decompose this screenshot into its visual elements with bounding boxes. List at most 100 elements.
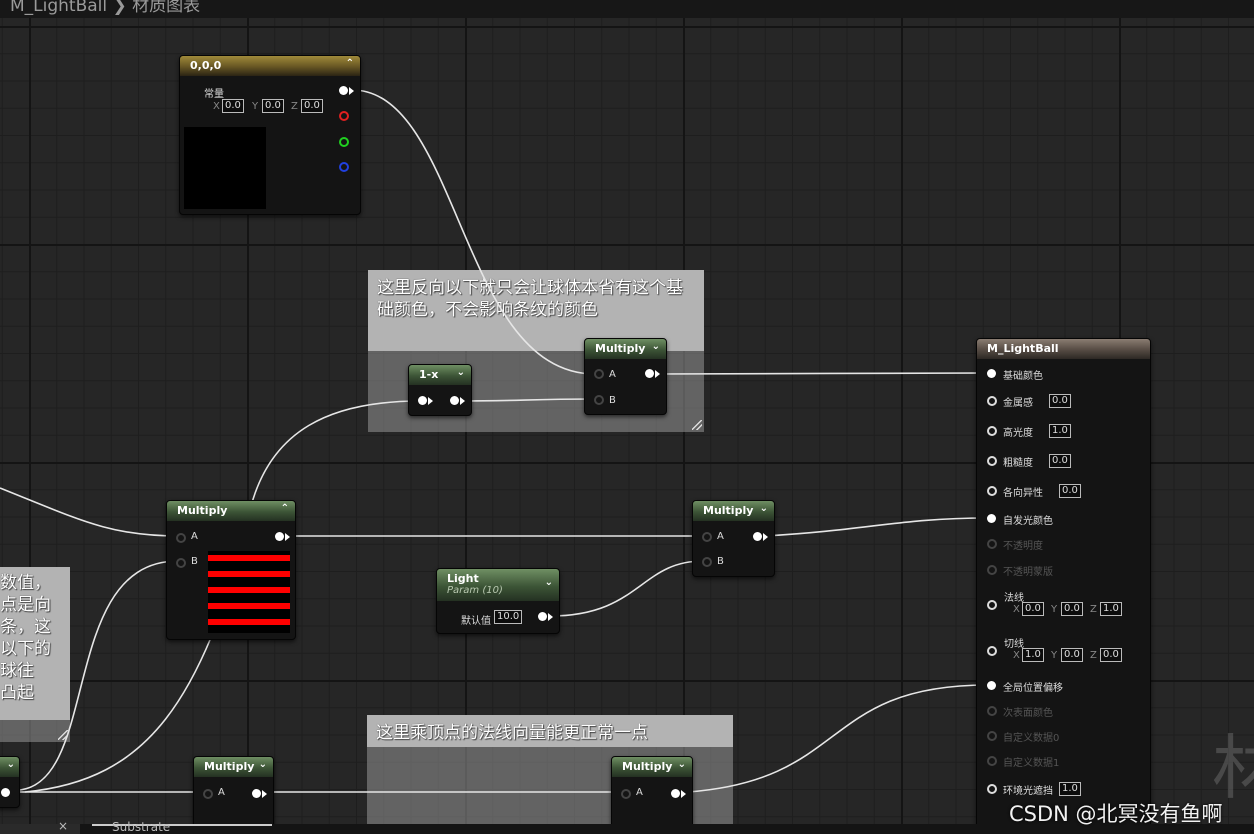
output-pin[interactable] <box>538 612 547 621</box>
pin-dot[interactable] <box>987 600 997 610</box>
specular-value-field[interactable]: 1.0 <box>1049 424 1071 438</box>
constant-vector-node[interactable]: 0,0,0 ⌃ 常量 X 0.0 Y 0.0 Z 0.0 <box>179 55 361 215</box>
output-pin[interactable] <box>645 369 654 378</box>
pin-dot[interactable] <box>987 706 997 716</box>
resize-handle-icon[interactable] <box>692 420 702 430</box>
substrate-tab[interactable]: Substrate <box>92 820 272 834</box>
input-pin-b[interactable] <box>702 557 712 567</box>
wire-bottom-to-wpo <box>687 684 989 793</box>
tangent-z-field[interactable]: 0.0 <box>1100 648 1122 662</box>
output-pin[interactable] <box>753 532 762 541</box>
normal-y-label: Y <box>1051 604 1058 615</box>
csdn-watermark: CSDN @北冥没有鱼啊 <box>1009 802 1223 826</box>
input-pin-a[interactable] <box>176 533 186 543</box>
y-value-field[interactable]: 0.0 <box>262 99 284 113</box>
collapse-chevron-down-icon[interactable]: ⌄ <box>652 341 660 352</box>
pin-dot[interactable] <box>987 369 996 378</box>
pin-dot[interactable] <box>987 396 997 406</box>
node-header[interactable]: ⌄ <box>0 757 19 777</box>
pin-dot[interactable] <box>987 426 997 436</box>
pin-a-label: A <box>191 531 198 542</box>
pin-label: 不透明蒙版 <box>1003 567 1053 578</box>
close-icon[interactable]: × <box>58 819 68 833</box>
pin-dot[interactable] <box>987 756 997 766</box>
node-header[interactable]: Multiply ⌄ <box>693 501 774 521</box>
collapse-chevron-down-icon[interactable]: ⌄ <box>457 367 465 378</box>
multiply-node-emissive[interactable]: Multiply ⌄ A B <box>692 500 775 577</box>
anisotropy-value-field[interactable]: 0.0 <box>1059 484 1081 498</box>
input-pin-b[interactable] <box>176 558 186 568</box>
bottom-tab[interactable]: × <box>0 819 80 834</box>
collapse-chevron-up-icon[interactable]: ⌃ <box>346 58 354 69</box>
multiply-node-top[interactable]: Multiply ⌄ A B <box>584 338 667 415</box>
pin-dot[interactable] <box>987 681 996 690</box>
pin-label: 次表面颜色 <box>1003 708 1053 719</box>
collapse-chevron-down-icon[interactable]: ⌄ <box>259 759 267 770</box>
multiply-node-bottom-right[interactable]: Multiply ⌄ A <box>611 756 693 828</box>
output-pin-rgb[interactable] <box>339 86 348 95</box>
pin-dot[interactable] <box>987 456 997 466</box>
tangent-y-field[interactable]: 0.0 <box>1061 648 1083 662</box>
node-header[interactable]: Multiply ⌄ <box>194 757 273 777</box>
output-arrow-icon <box>548 613 553 621</box>
ao-value-field[interactable]: 1.0 <box>1059 782 1081 796</box>
pin-label: 自定义数据0 <box>1003 733 1060 744</box>
input-pin-a[interactable] <box>702 532 712 542</box>
z-value-field[interactable]: 0.0 <box>301 99 323 113</box>
pin-dot[interactable] <box>987 539 997 549</box>
tangent-x-field[interactable]: 1.0 <box>1022 648 1044 662</box>
roughness-value-field[interactable]: 0.0 <box>1049 454 1071 468</box>
output-pin[interactable] <box>450 396 459 405</box>
pin-label: 高光度 <box>1003 428 1033 439</box>
collapse-chevron-down-icon[interactable]: ⌄ <box>7 759 15 770</box>
x-value-field[interactable]: 0.0 <box>222 99 244 113</box>
node-header[interactable]: Multiply ⌄ <box>585 339 666 359</box>
output-pin[interactable] <box>252 789 261 798</box>
node-header[interactable]: M_LightBall <box>977 339 1150 359</box>
input-pin-a[interactable] <box>203 789 213 799</box>
breadcrumb[interactable]: M_LightBall ❯ 材质图表 <box>10 0 200 16</box>
output-pin[interactable] <box>1 788 10 797</box>
node-title: Multiply <box>204 760 255 773</box>
output-pin[interactable] <box>275 532 284 541</box>
multiply-node-stripes[interactable]: Multiply ⌃ A B <box>166 500 296 640</box>
node-header[interactable]: Multiply ⌃ <box>167 501 295 521</box>
pin-dot[interactable] <box>987 514 996 523</box>
multiply-node-bottom-left[interactable]: Multiply ⌄ A <box>193 756 274 828</box>
normal-z-field[interactable]: 1.0 <box>1100 602 1122 616</box>
collapse-chevron-down-icon[interactable]: ⌄ <box>545 577 553 588</box>
collapse-chevron-down-icon[interactable]: ⌄ <box>678 759 686 770</box>
input-arrow-icon <box>428 397 433 405</box>
one-minus-node[interactable]: 1-x ⌄ <box>408 364 472 416</box>
pin-dot[interactable] <box>987 731 997 741</box>
normal-y-field[interactable]: 0.0 <box>1061 602 1083 616</box>
material-output-node[interactable]: M_LightBall 基础颜色 金属感 0.0 高光度 1.0 粗糙度 0.0… <box>976 338 1151 830</box>
node-title: Multiply <box>177 504 228 517</box>
pin-dot[interactable] <box>987 784 997 794</box>
node-header[interactable]: Multiply ⌄ <box>612 757 692 777</box>
node-header[interactable]: Light Param (10) ⌄ <box>437 569 559 601</box>
collapse-chevron-down-icon[interactable]: ⌄ <box>760 503 768 514</box>
input-pin-b[interactable] <box>594 395 604 405</box>
output-pin-b[interactable] <box>339 162 349 172</box>
pin-dot[interactable] <box>987 565 997 575</box>
pin-dot[interactable] <box>987 646 997 656</box>
node-header[interactable]: 1-x ⌄ <box>409 365 471 385</box>
wire-light-to-multiply2-b <box>549 560 704 617</box>
normal-x-field[interactable]: 0.0 <box>1022 602 1044 616</box>
collapse-chevron-up-icon[interactable]: ⌃ <box>281 503 289 514</box>
input-pin-a[interactable] <box>594 369 604 379</box>
resize-handle-icon[interactable] <box>58 730 68 740</box>
default-value-field[interactable]: 10.0 <box>494 610 523 624</box>
node-header[interactable]: 0,0,0 ⌃ <box>180 56 360 76</box>
output-pin[interactable] <box>671 789 680 798</box>
output-pin-g[interactable] <box>339 137 349 147</box>
pin-dot[interactable] <box>987 486 997 496</box>
comment-box-left[interactable]: 数值， 点是向 条，这 以下的 球往 凸起 <box>0 567 70 742</box>
partial-node-left[interactable]: ⌄ <box>0 756 20 808</box>
light-param-node[interactable]: Light Param (10) ⌄ 默认值 10.0 <box>436 568 560 634</box>
output-pin-r[interactable] <box>339 111 349 121</box>
metallic-value-field[interactable]: 0.0 <box>1049 394 1071 408</box>
input-pin-a[interactable] <box>621 789 631 799</box>
input-pin[interactable] <box>418 396 427 405</box>
